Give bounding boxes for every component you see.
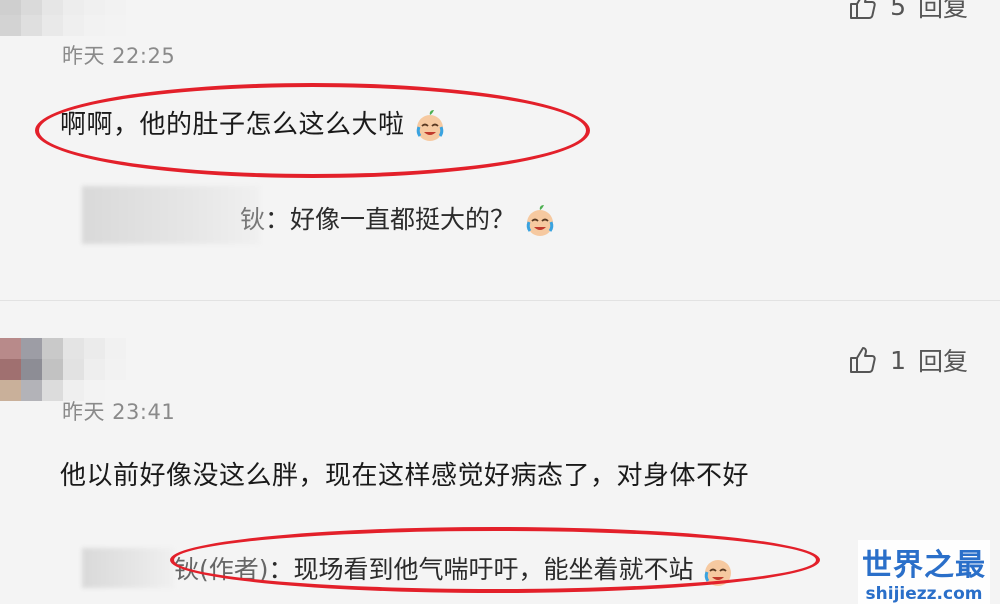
- like-count: 1: [890, 345, 906, 375]
- comment-date: 昨天 22:25: [62, 44, 176, 68]
- avatar[interactable]: [0, 0, 126, 36]
- watermark-url: shijiezz.com: [865, 584, 983, 604]
- thumb-up-icon[interactable]: [848, 0, 878, 21]
- watermark: 世界之最 shijiezz.com: [858, 540, 990, 604]
- reply-text: 钬：好像一直都挺大的？: [240, 200, 557, 238]
- avatar[interactable]: [0, 338, 126, 401]
- reply-button[interactable]: 回复: [918, 0, 968, 24]
- highlight-circle: [170, 527, 820, 593]
- thumb-up-icon[interactable]: [848, 345, 878, 375]
- reply-button[interactable]: 回复: [918, 342, 968, 378]
- like-reply-meta: 1 回复: [848, 342, 968, 378]
- comment-text: 他以前好像没这么胖，现在这样感觉好病态了，对身体不好: [60, 461, 750, 491]
- crying-laughing-emoji: [526, 205, 554, 236]
- highlight-circle: [35, 83, 590, 178]
- like-count: 5: [890, 0, 906, 21]
- reply-author-name[interactable]: [82, 548, 174, 588]
- comment-date: 昨天 23:41: [62, 400, 176, 424]
- watermark-title: 世界之最: [862, 548, 986, 583]
- reply-author-name[interactable]: [82, 186, 260, 244]
- reply-body: ：好像一直都挺大的？: [265, 205, 516, 234]
- like-reply-meta: 5 回复: [848, 0, 968, 24]
- comment-divider: [0, 300, 1000, 301]
- reply-author-tail: 钬: [240, 205, 266, 234]
